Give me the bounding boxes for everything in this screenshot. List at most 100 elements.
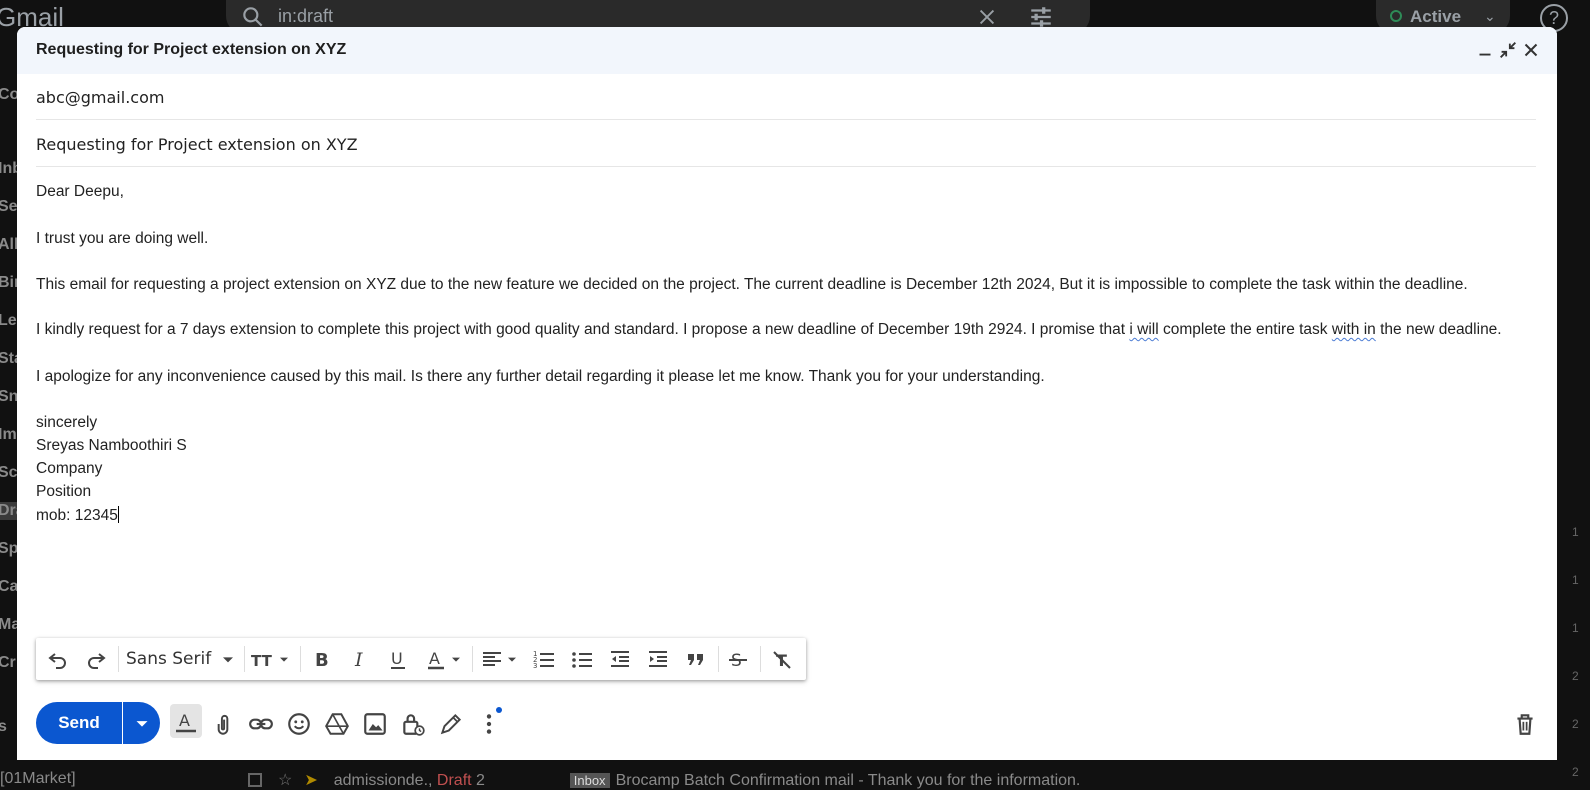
close-icon[interactable] (1520, 39, 1542, 61)
toolbar-divider (760, 646, 761, 672)
discard-draft-icon[interactable] (1512, 711, 1538, 737)
align-icon[interactable] (480, 647, 504, 671)
important-marker-icon[interactable]: ➤ (304, 772, 317, 789)
send-button[interactable]: Send (36, 702, 122, 744)
svg-text:I: I (354, 649, 363, 671)
redo-icon[interactable] (84, 647, 108, 671)
size-dropdown-icon[interactable] (276, 647, 292, 671)
count-fragment: 1 (1572, 621, 1579, 635)
align-dropdown-icon[interactable] (504, 647, 520, 671)
compose-header[interactable]: Requesting for Project extension on XYZ (17, 27, 1557, 74)
row-checkbox[interactable] (248, 773, 262, 787)
search-input[interactable]: in:draft (278, 6, 333, 27)
insert-photo-icon[interactable] (362, 711, 388, 737)
spelling-flag[interactable]: with in (1332, 321, 1376, 338)
body-greeting: Dear Deepu, (36, 183, 124, 200)
sidebar-item-create[interactable]: Cr (0, 654, 16, 672)
remove-formatting-icon[interactable]: T (770, 647, 794, 671)
font-dropdown-icon[interactable] (218, 647, 238, 671)
svg-text:A: A (429, 649, 440, 668)
quote-icon[interactable] (684, 647, 708, 671)
toolbar-divider (244, 646, 245, 672)
table-row[interactable]: ☆ ➤ admissionde., Draft 2 Inbox Brocamp Batc… (248, 770, 1080, 790)
recipient-email[interactable]: abc@gmail.com (36, 88, 164, 107)
italic-icon[interactable]: I (348, 647, 372, 671)
more-send-options-button[interactable] (123, 702, 160, 744)
body-line: I kindly request for a 7 days extension … (36, 321, 1502, 339)
numbered-list-icon[interactable]: 123 (532, 647, 556, 671)
text-color-icon[interactable]: A (424, 647, 448, 671)
text-caret (117, 506, 119, 523)
toolbar-divider (118, 646, 119, 672)
indent-more-icon[interactable] (646, 647, 670, 671)
count-fragment: 1 (1572, 573, 1579, 587)
count-fragment: 1 (1572, 525, 1579, 539)
subject-input[interactable]: Requesting for Project extension on XYZ (36, 135, 358, 154)
underline-icon[interactable]: U (386, 647, 410, 671)
clear-search-icon[interactable] (976, 6, 998, 28)
signature-position: Position (36, 483, 92, 500)
google-drive-icon[interactable] (324, 711, 350, 737)
count-fragment: 2 (1572, 669, 1579, 683)
body-text: complete the entire task (1158, 321, 1332, 338)
body-line: I apologize for any inconvenience caused… (36, 368, 1045, 385)
svg-text:TT: TT (251, 652, 273, 670)
status-dot-icon (1390, 10, 1402, 22)
toolbar-divider (472, 646, 473, 672)
insert-emoji-icon[interactable] (286, 711, 312, 737)
star-icon[interactable]: ☆ (278, 772, 292, 789)
signature-company: Company (36, 460, 103, 477)
indent-less-icon[interactable] (608, 647, 632, 671)
font-size-icon[interactable]: TT (250, 647, 276, 671)
formatting-options-toggle[interactable]: A (170, 704, 202, 738)
insert-signature-icon[interactable] (438, 711, 464, 737)
format-text-icon: A (176, 711, 196, 733)
bold-icon[interactable]: B (310, 647, 334, 671)
notification-dot (496, 707, 502, 713)
exit-full-screen-icon[interactable] (1497, 39, 1519, 61)
compose-title: Requesting for Project extension on XYZ (36, 41, 347, 58)
sender-name: admissionde., (333, 772, 433, 789)
undo-icon[interactable] (46, 647, 70, 671)
font-family-select[interactable]: Sans Serif (126, 649, 211, 669)
background-list-row: [01Market] ☆ ➤ admissionde., Draft 2 Inbox B… (0, 770, 1590, 790)
body-line: I trust you are doing well. (36, 230, 209, 247)
recipients-field[interactable]: abc@gmail.com (36, 74, 1536, 120)
svg-text:3: 3 (533, 662, 537, 670)
inbox-chip: Inbox (569, 773, 610, 788)
compose-dialog: Requesting for Project extension on XYZ … (17, 27, 1557, 760)
row-snippet: - Thank you for the information. (853, 772, 1081, 789)
subject-field[interactable]: Requesting for Project extension on XYZ (36, 121, 1536, 167)
attach-file-icon[interactable] (210, 711, 236, 737)
chevron-down-icon: ⌄ (1484, 8, 1496, 24)
thread-count: 2 (476, 772, 485, 789)
sidebar-item-all[interactable]: All (0, 236, 18, 254)
sidebar-item-labels: s (0, 718, 7, 735)
strikethrough-icon[interactable]: S (726, 647, 750, 671)
minimize-icon[interactable] (1474, 39, 1496, 61)
signature-sign-off: sincerely (36, 414, 98, 431)
more-options-icon[interactable] (476, 711, 502, 737)
color-dropdown-icon[interactable] (448, 647, 464, 671)
signature-mobile: mob: 12345 (36, 506, 119, 525)
count-fragment: 2 (1572, 717, 1579, 731)
sidebar-item-spam[interactable]: Sp (0, 540, 18, 558)
body-text: the new deadline. (1375, 321, 1502, 338)
spelling-flag[interactable]: i will (1129, 321, 1158, 338)
toolbar-divider (300, 646, 301, 672)
row-sender: admissionde., Draft 2 (334, 772, 570, 790)
svg-text:A: A (179, 711, 190, 730)
confidential-mode-icon[interactable] (400, 711, 426, 737)
svg-text:U: U (391, 649, 403, 668)
signature-name: Sreyas Namboothiri S (36, 437, 187, 454)
insert-link-icon[interactable] (248, 711, 274, 737)
status-label: Active (1410, 7, 1462, 26)
sidebar-item-categories[interactable]: Ca (0, 578, 18, 596)
body-text: I kindly request for a 7 days extension … (36, 321, 1130, 338)
label-fragment[interactable]: [01Market] (0, 770, 76, 788)
bulleted-list-icon[interactable] (570, 647, 594, 671)
body-line: This email for requesting a project exte… (36, 276, 1468, 293)
chevron-down-icon (136, 721, 148, 727)
toolbar-divider (718, 646, 719, 672)
sidebar-item-sent[interactable]: Se (0, 198, 18, 216)
